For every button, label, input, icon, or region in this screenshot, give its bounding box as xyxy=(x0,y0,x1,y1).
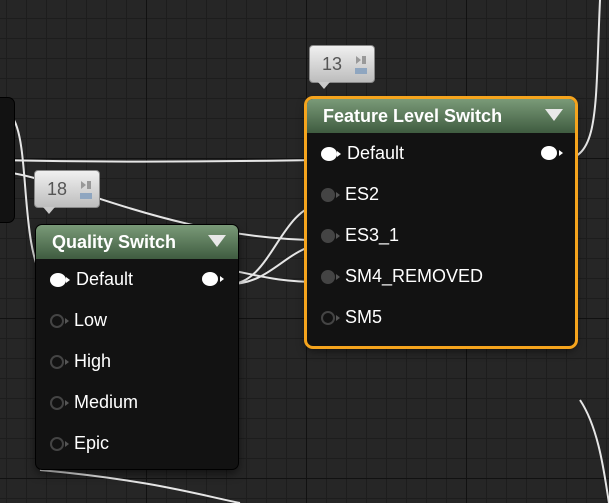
dropdown-arrow-icon[interactable] xyxy=(208,235,226,247)
input-pin-icon[interactable] xyxy=(50,354,69,369)
comment-bubble-icon xyxy=(355,56,367,74)
offscreen-node-edge[interactable] xyxy=(0,98,14,222)
pin-row-default[interactable]: Default xyxy=(307,133,575,174)
output-pin-icon[interactable] xyxy=(202,272,224,286)
node-title: Feature Level Switch xyxy=(323,105,503,126)
comment-bubble-tail xyxy=(318,82,330,89)
pin-label: Default xyxy=(76,269,134,289)
pin-label: ES2 xyxy=(345,184,380,204)
input-pin-icon[interactable] xyxy=(321,310,340,325)
pin-row-es2[interactable]: ES2 xyxy=(307,174,575,215)
pin-row-low[interactable]: Low xyxy=(36,300,238,341)
feature-level-switch-node[interactable]: Feature Level Switch Default ES2 ES3_1 S… xyxy=(307,99,575,346)
comment-bubble-18[interactable]: 18 xyxy=(34,170,100,214)
input-pin-icon[interactable] xyxy=(321,269,340,284)
pin-label: High xyxy=(74,351,112,371)
pin-row-medium[interactable]: Medium xyxy=(36,382,238,423)
input-pin-icon[interactable] xyxy=(321,146,341,161)
pin-label: SM4_REMOVED xyxy=(345,266,484,286)
quality-switch-node[interactable]: Quality Switch Default Low High Medium E… xyxy=(36,225,238,469)
pin-label: SM5 xyxy=(345,307,383,327)
pin-row-epic[interactable]: Epic xyxy=(36,423,238,464)
input-pin-icon[interactable] xyxy=(321,228,340,243)
input-pin-icon[interactable] xyxy=(50,395,69,410)
output-pin-icon[interactable] xyxy=(541,146,563,160)
comment-bubble-icon xyxy=(80,181,92,199)
input-pin-icon[interactable] xyxy=(50,436,69,451)
pin-row-sm5[interactable]: SM5 xyxy=(307,297,575,338)
pin-row-es3-1[interactable]: ES3_1 xyxy=(307,215,575,256)
node-header[interactable]: Quality Switch xyxy=(36,225,238,259)
pin-row-high[interactable]: High xyxy=(36,341,238,382)
pin-label: Low xyxy=(74,310,108,330)
pin-row-sm4-removed[interactable]: SM4_REMOVED xyxy=(307,256,575,297)
node-title: Quality Switch xyxy=(52,231,177,252)
pin-label: Default xyxy=(347,143,405,163)
input-pin-icon[interactable] xyxy=(321,187,340,202)
pin-row-default[interactable]: Default xyxy=(36,259,238,300)
comment-bubble-number: 13 xyxy=(322,54,343,74)
input-pin-icon[interactable] xyxy=(50,313,69,328)
input-pin-icon[interactable] xyxy=(50,272,70,287)
comment-bubble-13[interactable]: 13 xyxy=(309,45,375,89)
pin-label: Medium xyxy=(74,392,139,412)
comment-bubble-number: 18 xyxy=(47,179,68,199)
pin-label: Epic xyxy=(74,433,110,453)
pin-label: ES3_1 xyxy=(345,225,400,245)
comment-bubble-tail xyxy=(43,207,55,214)
dropdown-arrow-icon[interactable] xyxy=(545,109,563,121)
node-header[interactable]: Feature Level Switch xyxy=(307,99,575,133)
